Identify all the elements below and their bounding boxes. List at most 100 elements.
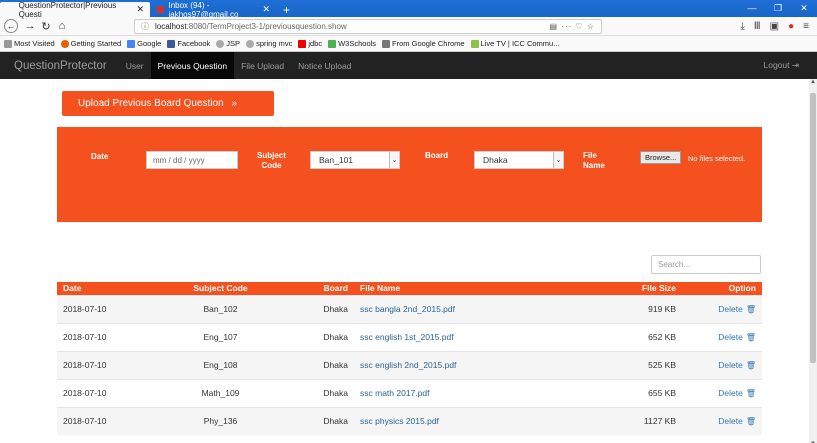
cell-board: Dhaka [284,322,354,351]
sidebar-icon[interactable]: ▣ [770,21,779,32]
search-input[interactable]: Search... [651,255,761,274]
reload-icon[interactable]: ↻ [38,20,54,33]
cell-date: 2018-07-10 [57,294,157,323]
trash-icon: 🗑 [745,333,756,342]
gear-icon [4,40,12,48]
trash-icon: 🗑 [745,361,756,370]
previous-questions-table: Date Subject Code Board File Name File S… [57,282,762,435]
google-icon [127,40,136,48]
tab-title: QuestionProtector|Previous Questi [18,0,117,19]
subject-code-label: Subject Code [257,151,286,170]
nav-notice-upload[interactable]: Notice Upload [291,52,358,79]
subject-code-select[interactable]: Ban_101 ⌄ [310,151,400,169]
trash-icon: 🗑 [745,305,756,314]
cell-subject-code: Eng_107 [157,322,284,351]
chevron-down-icon: ⌄ [553,152,563,168]
address-bar[interactable]: ⓘ localhost :8080/TermProject3-1/previou… [134,18,602,34]
browser-tab-inbox[interactable]: Inbox (94) - jakhos97@gmail.co ✕ [151,1,276,19]
extension-icon[interactable]: ● [788,21,794,32]
header-option: Option [682,282,762,295]
table-row: 2018-07-10 Eng_108 Dhaka ssc english 2nd… [57,350,762,379]
cell-board: Dhaka [284,378,354,407]
close-window-icon[interactable]: ✕ [791,0,817,17]
scrollbar-thumb[interactable] [810,93,816,363]
trash-icon: 🗑 [745,417,756,427]
minimize-icon[interactable]: — [739,0,765,17]
gmail-icon [157,6,165,13]
logout-icon: ⇥ [791,60,799,70]
bookmark-w3schools[interactable]: W3Schools [328,39,376,48]
bookmark-facebook[interactable]: Facebook [167,39,210,48]
header-board[interactable]: Board [284,282,354,295]
table-header-row: Date Subject Code Board File Name File S… [57,282,762,295]
delete-button[interactable]: Delete 🗑 [682,378,762,407]
chevron-down-icon: ⌄ [389,152,399,168]
cell-subject-code: Phy_136 [157,406,284,435]
w3schools-icon [328,40,337,48]
maximize-icon[interactable]: ❐ [765,0,791,17]
cell-subject-code: Ban_102 [157,294,284,323]
delete-button[interactable]: Delete 🗑 [682,406,762,435]
url-host: localhost [155,21,187,31]
bookmark-from-chrome[interactable]: From Google Chrome [382,39,465,48]
double-chevron-icon: » [231,98,238,109]
cell-date: 2018-07-10 [57,378,157,407]
logout-link[interactable]: Logout ⇥ [764,60,817,71]
livetv-icon [470,40,479,48]
cell-date: 2018-07-10 [57,322,157,351]
bookmark-live-tv[interactable]: Live TV | ICC Commu... [470,39,559,48]
cell-subject-code: Math_109 [157,378,284,407]
delete-button[interactable]: Delete 🗑 [682,294,762,323]
delete-button[interactable]: Delete 🗑 [682,322,762,351]
scroll-up-icon[interactable]: ▲ [809,79,817,85]
library-icon[interactable]: Ⅲ [754,21,761,32]
browser-tab-questionprotector[interactable]: QuestionProtector|Previous Questi ✕ [0,0,150,19]
header-file-size[interactable]: File Size [554,282,682,295]
cell-file-link[interactable]: ssc bangla 2nd_2015.pdf [354,294,554,323]
new-tab-button[interactable]: + [277,2,296,17]
bookmark-jsp[interactable]: JSP [216,39,240,48]
info-icon[interactable]: ⓘ [141,21,149,32]
bookmark-spring-mvc[interactable]: spring mvc [246,39,292,48]
file-name-label: File Name [583,151,605,170]
date-input[interactable]: mm / dd / yyyy [146,151,238,169]
brand-logo[interactable]: QuestionProtector [14,60,107,72]
cell-board: Dhaka [284,294,354,323]
cell-file-link[interactable]: ssc math 2017.pdf [354,378,554,407]
upload-previous-question-button[interactable]: Upload Previous Board Question » [62,91,274,116]
firefox-icon [60,40,69,48]
bookmark-getting-started[interactable]: Getting Started [60,39,121,48]
bookmark-most-visited[interactable]: Most Visited [4,39,55,48]
nav-previous-question[interactable]: Previous Question [150,52,235,79]
menu-icon[interactable]: ≡ [803,21,809,32]
close-tab-icon[interactable]: ✕ [262,4,270,15]
home-icon[interactable]: ⌂ [54,20,70,32]
browser-tab-bar: QuestionProtector|Previous Questi ✕ Inbo… [0,0,817,19]
url-actions-icon[interactable]: ▤ ··· ♡ ☆ [549,22,595,31]
forward-icon[interactable]: → [22,20,38,32]
close-tab-icon[interactable]: ✕ [136,4,144,15]
delete-button[interactable]: Delete 🗑 [682,350,762,379]
header-subject-code[interactable]: Subject Code [157,282,284,295]
header-date[interactable]: Date [57,282,157,295]
nav-file-upload[interactable]: File Upload [234,52,291,79]
browse-button[interactable]: Browse... [640,151,682,164]
page-scrollbar[interactable]: ▲ ▼ [809,79,817,443]
bookmark-jdbc[interactable]: jdbc [298,39,322,48]
back-icon[interactable]: ← [4,19,18,33]
folder-icon [382,40,391,48]
download-icon[interactable]: ⤓ [740,21,744,32]
page-favicon-icon [6,6,15,13]
bookmark-google[interactable]: Google [127,39,161,48]
cell-file-size: 652 KB [554,322,682,351]
browser-toolbar: ← → ↻ ⌂ ⓘ localhost :8080/TermProject3-1… [0,17,817,36]
board-select[interactable]: Dhaka ⌄ [474,151,564,169]
cell-file-link[interactable]: ssc english 1st_2015.pdf [354,322,554,351]
header-file-name[interactable]: File Name [354,282,554,295]
cell-file-link[interactable]: ssc physics 2015.pdf [354,406,554,435]
cell-file-link[interactable]: ssc english 2nd_2015.pdf [354,350,554,379]
nav-user[interactable]: User [119,52,151,79]
cell-board: Dhaka [284,406,354,435]
youtube-icon [298,40,307,48]
table-row: 2018-07-10 Math_109 Dhaka ssc math 2017.… [57,378,762,407]
